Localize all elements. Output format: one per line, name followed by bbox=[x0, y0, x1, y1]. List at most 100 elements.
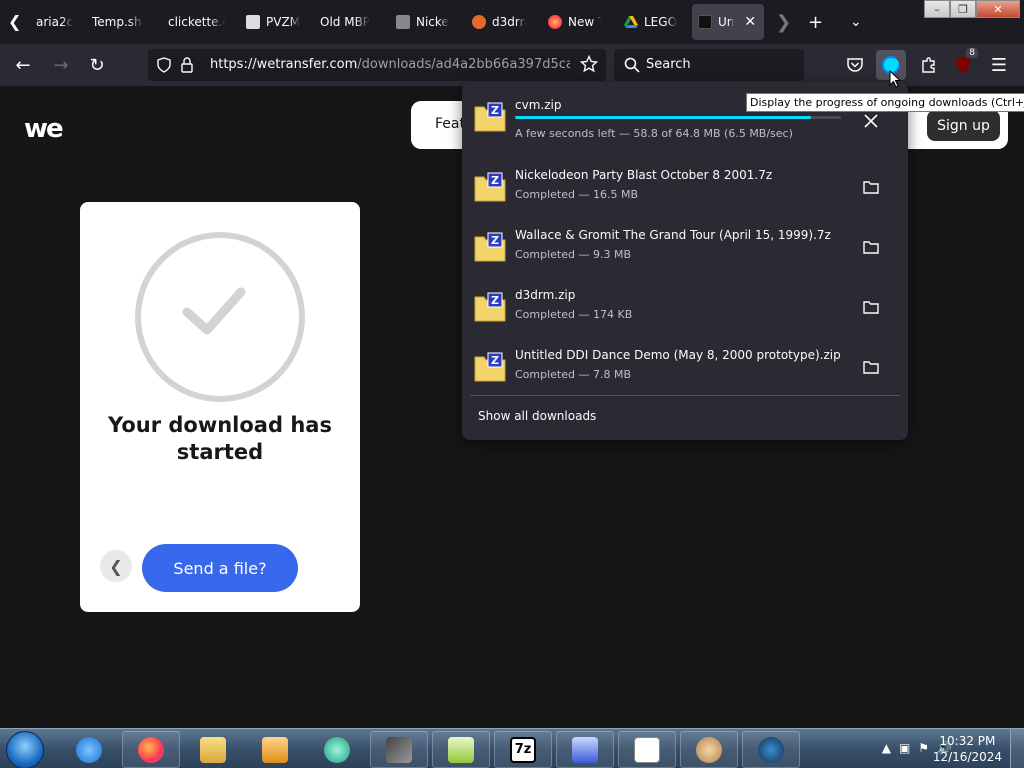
reload-icon[interactable]: ↻ bbox=[86, 54, 108, 76]
bookmark-star-icon[interactable] bbox=[580, 55, 598, 73]
tab-close-icon[interactable]: ✕ bbox=[744, 14, 756, 30]
firefox-taskbar-icon[interactable] bbox=[122, 731, 180, 768]
window-controls: – ❐ ✕ bbox=[924, 0, 1020, 18]
notepad-plus-plus-icon[interactable] bbox=[432, 731, 490, 768]
tab-label: Un bbox=[718, 15, 735, 29]
notes-app-icon[interactable] bbox=[618, 731, 676, 768]
tab-9-active[interactable]: Un ✕ bbox=[692, 4, 764, 40]
green-app-icon[interactable] bbox=[308, 731, 366, 768]
folder-icon[interactable] bbox=[862, 238, 880, 256]
show-all-downloads-link[interactable]: Show all downloads bbox=[478, 409, 596, 423]
cancel-icon[interactable] bbox=[862, 112, 880, 130]
download-filename: Wallace & Gromit The Grand Tour (April 1… bbox=[515, 228, 831, 242]
hamburger-menu-icon[interactable]: ☰ bbox=[988, 54, 1010, 76]
address-bar[interactable]: https://wetransfer.com/downloads/ad4a2bb… bbox=[148, 49, 606, 81]
svg-text:Z: Z bbox=[491, 104, 499, 117]
downloads-panel: Z cvm.zip A few seconds left — 58.8 of 6… bbox=[462, 82, 908, 440]
svg-text:Z: Z bbox=[491, 234, 499, 247]
tab-0[interactable]: aria2c bbox=[30, 4, 80, 40]
tab-label: Old MBP bbox=[320, 15, 371, 29]
media-player-icon[interactable] bbox=[246, 731, 304, 768]
tracking-protection-shield-icon[interactable] bbox=[156, 57, 172, 73]
action-center-flag-icon[interactable]: ⚑ bbox=[918, 741, 929, 755]
wetransfer-logo[interactable]: we bbox=[24, 114, 64, 144]
folder-icon[interactable] bbox=[862, 358, 880, 376]
list-all-tabs-icon[interactable]: ⌄ bbox=[850, 14, 862, 30]
show-desktop-button[interactable] bbox=[1010, 729, 1024, 768]
tray-expand-icon[interactable]: ▲ bbox=[882, 741, 891, 755]
download-progress-bar bbox=[515, 116, 841, 119]
download-item[interactable]: Z Wallace & Gromit The Grand Tour (April… bbox=[472, 224, 898, 280]
tab-label: Nicke bbox=[416, 15, 449, 29]
7zip-taskbar-icon[interactable]: 7z bbox=[494, 731, 552, 768]
download-status: Completed — 174 KB bbox=[515, 308, 633, 321]
character-app-icon[interactable] bbox=[680, 731, 738, 768]
windows-taskbar: 7z ▲ ▣ ⚑ 🔊 10:32 PM 12/16/2024 bbox=[0, 728, 1024, 768]
microphone-app-icon[interactable] bbox=[370, 731, 428, 768]
url-path: /downloads/ad4a2bb66a397d5ca98 bbox=[357, 57, 570, 72]
download-card: Your download has started ❮ Send a file? bbox=[80, 202, 360, 612]
download-filename: d3drm.zip bbox=[515, 288, 576, 302]
download-item[interactable]: Z Nickelodeon Party Blast October 8 2001… bbox=[472, 164, 898, 220]
pvzm-favicon-icon bbox=[246, 15, 260, 29]
steam-taskbar-icon[interactable] bbox=[742, 731, 800, 768]
d3drm-favicon-icon bbox=[472, 15, 486, 29]
maximize-icon[interactable]: ❐ bbox=[950, 0, 976, 18]
lock-icon[interactable] bbox=[180, 57, 194, 73]
url-host: https://wetransfer.com bbox=[210, 57, 358, 72]
tab-3[interactable]: PVZM bbox=[240, 4, 306, 40]
tab-scroll-right-icon[interactable]: ❯ bbox=[776, 12, 791, 33]
tab-1[interactable]: Temp.sh | bbox=[86, 4, 150, 40]
svg-text:Z: Z bbox=[491, 354, 499, 367]
folder-icon[interactable] bbox=[862, 298, 880, 316]
svg-text:Z: Z bbox=[491, 294, 499, 307]
tab-label: Temp.sh | bbox=[92, 15, 144, 29]
tab-8[interactable]: LEGO bbox=[618, 4, 684, 40]
tab-6[interactable]: d3drm bbox=[466, 4, 532, 40]
send-a-file-button[interactable]: Send a file? bbox=[142, 544, 298, 592]
close-window-icon[interactable]: ✕ bbox=[976, 0, 1020, 18]
minimize-icon[interactable]: – bbox=[924, 0, 950, 18]
search-bar[interactable]: Search bbox=[614, 49, 804, 81]
folder-icon[interactable] bbox=[862, 178, 880, 196]
installer-app-icon[interactable] bbox=[556, 731, 614, 768]
tab-label: d3drm bbox=[492, 15, 526, 29]
mouse-cursor-icon bbox=[889, 70, 901, 88]
sign-up-button[interactable]: Sign up bbox=[927, 110, 1000, 141]
download-item[interactable]: Z d3drm.zip Completed — 174 KB bbox=[472, 284, 898, 340]
system-clock[interactable]: 10:32 PM 12/16/2024 bbox=[933, 733, 1002, 765]
back-chevron-icon[interactable]: ❮ bbox=[100, 550, 132, 582]
panel-divider bbox=[470, 395, 900, 396]
extensions-puzzle-icon[interactable] bbox=[918, 54, 940, 76]
search-placeholder: Search bbox=[646, 57, 691, 72]
forward-icon[interactable]: → bbox=[50, 54, 72, 76]
tab-2[interactable]: clickette.c bbox=[162, 4, 232, 40]
start-orb-icon[interactable] bbox=[6, 731, 44, 768]
google-drive-favicon-icon bbox=[624, 16, 638, 28]
tab-scroll-left-icon[interactable]: ❮ bbox=[8, 12, 24, 32]
download-filename: Nickelodeon Party Blast October 8 2001.7… bbox=[515, 168, 773, 182]
tab-label: PVZM bbox=[266, 15, 300, 29]
download-filename: Untitled DDI Dance Demo (May 8, 2000 pro… bbox=[515, 348, 841, 362]
tab-7[interactable]: New T bbox=[542, 4, 608, 40]
download-item[interactable]: Z Untitled DDI Dance Demo (May 8, 2000 p… bbox=[472, 344, 898, 400]
downloads-tooltip: Display the progress of ongoing download… bbox=[746, 93, 1024, 112]
tab-strip: ❮ aria2c Temp.sh | clickette.c PVZM Old … bbox=[0, 0, 1024, 44]
download-progress-fill bbox=[515, 116, 811, 119]
features-nav-link[interactable]: Feat bbox=[435, 116, 465, 132]
file-explorer-icon[interactable] bbox=[184, 731, 242, 768]
internet-explorer-icon[interactable] bbox=[60, 731, 118, 768]
wetransfer-favicon-icon bbox=[698, 15, 712, 29]
tab-4[interactable]: Old MBP bbox=[314, 4, 380, 40]
ublock-origin-icon[interactable]: 8 bbox=[952, 48, 978, 76]
tab-5[interactable]: Nicke bbox=[390, 4, 456, 40]
pocket-icon[interactable] bbox=[844, 54, 866, 76]
new-tab-icon[interactable]: + bbox=[808, 12, 823, 33]
network-icon[interactable]: ▣ bbox=[899, 741, 910, 755]
back-icon[interactable]: ← bbox=[12, 54, 34, 76]
download-status: A few seconds left — 58.8 of 64.8 MB (6.… bbox=[515, 127, 793, 140]
url-text: https://wetransfer.com/downloads/ad4a2bb… bbox=[210, 57, 570, 72]
search-icon bbox=[624, 57, 640, 73]
archive-file-icon: Z bbox=[474, 292, 506, 322]
download-status: Completed — 16.5 MB bbox=[515, 188, 639, 201]
